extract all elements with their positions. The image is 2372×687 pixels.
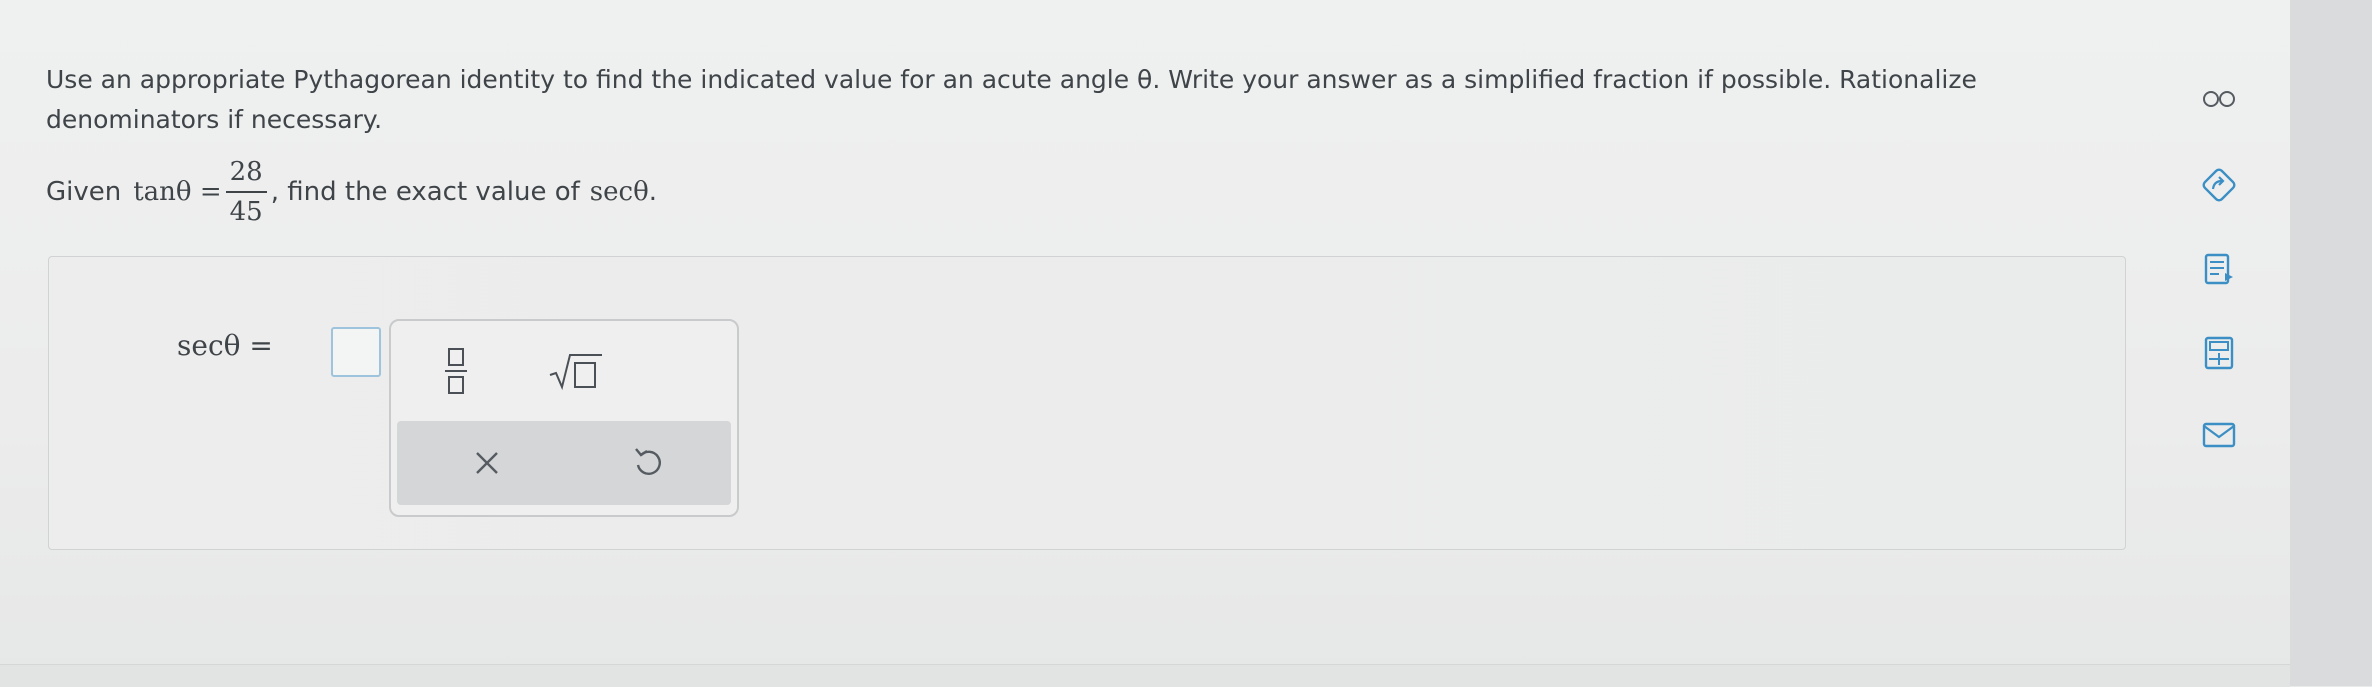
math-keypad <box>389 319 739 517</box>
question-prompt: Use an appropriate Pythagorean identity … <box>46 65 1977 134</box>
email-icon <box>2202 422 2236 448</box>
close-icon <box>476 452 498 474</box>
square-root-key[interactable] <box>531 339 621 403</box>
answer-label: secθ = <box>177 329 273 362</box>
undo-icon <box>635 448 661 475</box>
fraction-icon <box>445 348 467 394</box>
infinity-icon <box>2203 91 2235 107</box>
square-root-icon <box>549 354 602 391</box>
answer-panel: secθ = <box>48 256 2126 550</box>
read-aloud-icon <box>2204 253 2233 285</box>
given-fraction: 28 45 <box>225 155 267 229</box>
guided-solution-icon <box>2202 168 2236 202</box>
undo-key[interactable] <box>597 431 697 495</box>
given-period: . <box>648 177 657 207</box>
keypad-action-row <box>397 421 731 505</box>
fraction-numerator: 28 <box>225 155 267 193</box>
right-edge-panel <box>2290 0 2372 686</box>
clear-key[interactable] <box>437 431 537 495</box>
given-suffix: , find the exact value of <box>270 177 580 207</box>
given-statement: Given tanθ = 28 45 , find the exact valu… <box>46 152 657 232</box>
page-bottom-edge <box>0 664 2290 687</box>
target-function: secθ <box>589 177 649 207</box>
answer-input[interactable] <box>331 327 381 377</box>
question-page: Use an appropriate Pythagorean identity … <box>0 0 2290 687</box>
given-lhs: tanθ = <box>133 177 222 207</box>
email-tool[interactable] <box>2192 412 2246 458</box>
read-aloud-tool[interactable] <box>2192 246 2246 292</box>
calculator-icon <box>2204 336 2234 370</box>
guided-solution-tool[interactable] <box>2192 162 2246 208</box>
calculator-tool[interactable] <box>2192 330 2246 376</box>
fraction-key[interactable] <box>421 339 491 403</box>
given-prefix: Given <box>46 177 122 207</box>
infinity-tool[interactable] <box>2192 76 2246 122</box>
fraction-denominator: 45 <box>229 197 263 227</box>
